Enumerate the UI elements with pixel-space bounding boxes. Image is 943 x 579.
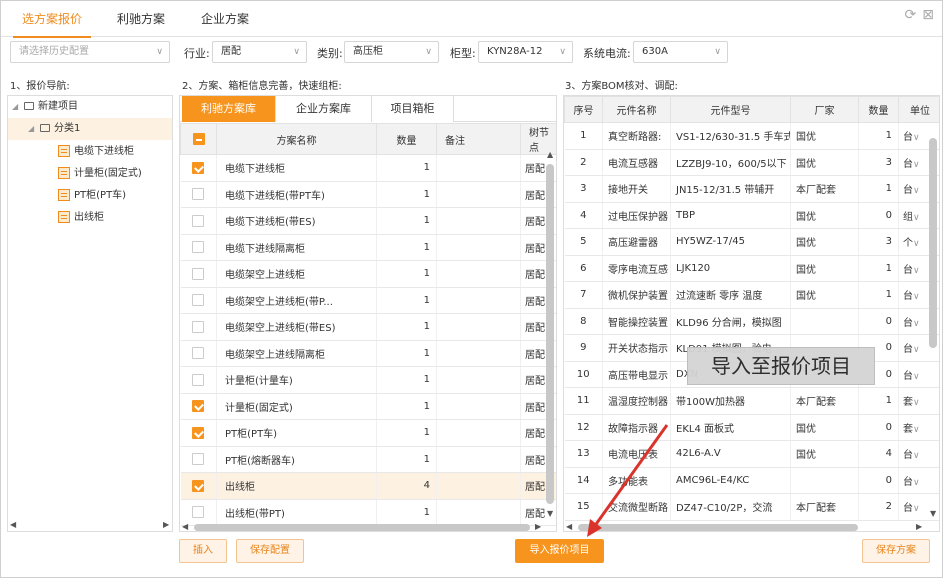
window: 选方案报价 利驰方案 企业方案 ⟳ ⊠ 请选择历史配置 ∨ 行业: 居配 ∨ 类别: … <box>0 0 943 578</box>
callout-arrow <box>587 424 669 537</box>
